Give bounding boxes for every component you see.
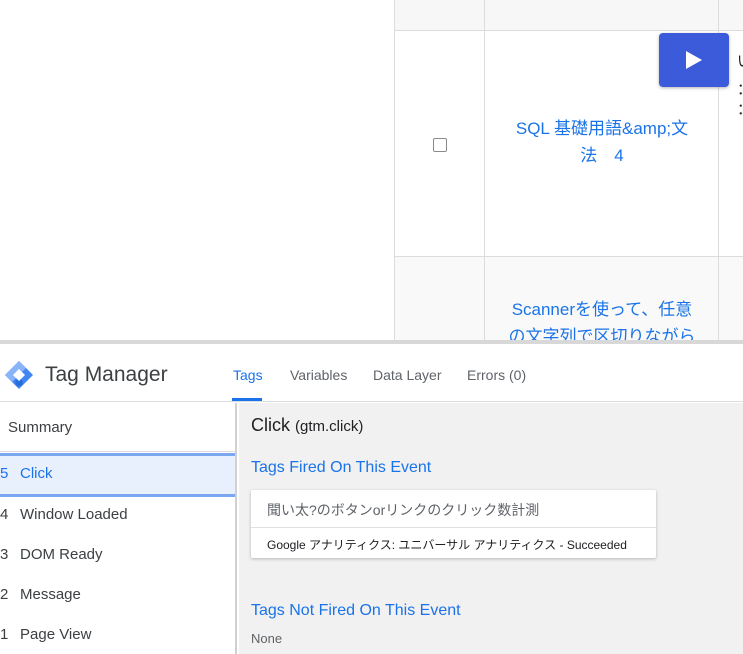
tab-errors[interactable]: Errors (0) xyxy=(467,367,526,383)
table-cell xyxy=(485,0,718,30)
table-cell xyxy=(719,0,743,30)
event-number: 2 xyxy=(0,586,9,603)
page-content-area: SQL 基礎用語&amp;文 法 4 Scannerを使って、任意 の文字列で区… xyxy=(0,0,743,340)
app-title: Tag Manager xyxy=(45,363,168,386)
sidebar-item-summary[interactable]: Summary xyxy=(8,419,72,436)
tab-variables[interactable]: Variables xyxy=(290,367,347,383)
event-type: (gtm.click) xyxy=(295,418,364,435)
event-number: 5 xyxy=(0,465,9,482)
table-border xyxy=(394,30,743,31)
event-label: DOM Ready xyxy=(20,546,103,563)
table-border xyxy=(394,256,743,257)
tags-not-fired-heading: Tags Not Fired On This Event xyxy=(251,602,461,619)
debug-header: Tag Manager Tags Variables Data Layer Er… xyxy=(0,344,743,402)
row-title-link[interactable]: Scannerを使って、任意 の文字列で区切りながら xyxy=(486,296,718,340)
play-button[interactable] xyxy=(659,33,729,87)
event-label: Message xyxy=(20,586,81,603)
event-label: Page View xyxy=(20,626,92,643)
truncated-text: い xyxy=(737,50,743,71)
gtm-debug-panel: Tag Manager Tags Variables Data Layer Er… xyxy=(0,340,743,654)
table-border xyxy=(484,0,485,340)
table-border xyxy=(394,0,395,340)
event-label: Window Loaded xyxy=(20,506,128,523)
truncated-text: ： xyxy=(737,98,743,119)
active-tab-indicator xyxy=(232,398,262,401)
event-name: Click xyxy=(251,415,290,435)
event-number: 4 xyxy=(0,506,9,523)
event-item-page-view[interactable]: 1 Page View xyxy=(0,615,235,654)
table-cell xyxy=(394,0,484,30)
event-title: Click (gtm.click) xyxy=(251,415,363,436)
fired-tag-card[interactable]: 聞い太?のボタンorリンクのクリック数計測 Google アナリティクス: ユニ… xyxy=(251,490,656,558)
row-checkbox[interactable] xyxy=(433,138,447,152)
tag-status: Google アナリティクス: ユニバーサル アナリティクス - Succeed… xyxy=(267,538,627,552)
tab-tags[interactable]: Tags xyxy=(233,367,263,383)
tag-name: 聞い太?のボタンorリンクのクリック数計測 xyxy=(267,502,540,518)
event-number: 3 xyxy=(0,546,9,563)
tab-data-layer[interactable]: Data Layer xyxy=(373,367,441,383)
tag-manager-logo-icon xyxy=(5,361,33,389)
truncated-text: ： xyxy=(737,78,743,99)
event-detail-pane: Click (gtm.click) Tags Fired On This Eve… xyxy=(239,403,743,654)
event-label: Click xyxy=(20,465,53,482)
event-item-window-loaded[interactable]: 4 Window Loaded xyxy=(0,495,235,535)
not-fired-value: None xyxy=(251,631,283,646)
event-item-dom-ready[interactable]: 3 DOM Ready xyxy=(0,535,235,575)
divider xyxy=(251,527,656,528)
event-item-click[interactable]: 5 Click xyxy=(0,453,235,497)
event-number: 1 xyxy=(0,626,9,643)
event-sidebar: Summary 5 Click 4 Window Loaded 3 DOM Re… xyxy=(0,403,237,654)
tags-fired-heading: Tags Fired On This Event xyxy=(251,459,432,476)
divider xyxy=(0,451,235,452)
row-title-link[interactable]: SQL 基礎用語&amp;文 法 4 xyxy=(486,115,718,169)
play-icon xyxy=(686,51,702,69)
event-item-message[interactable]: 2 Message xyxy=(0,575,235,615)
